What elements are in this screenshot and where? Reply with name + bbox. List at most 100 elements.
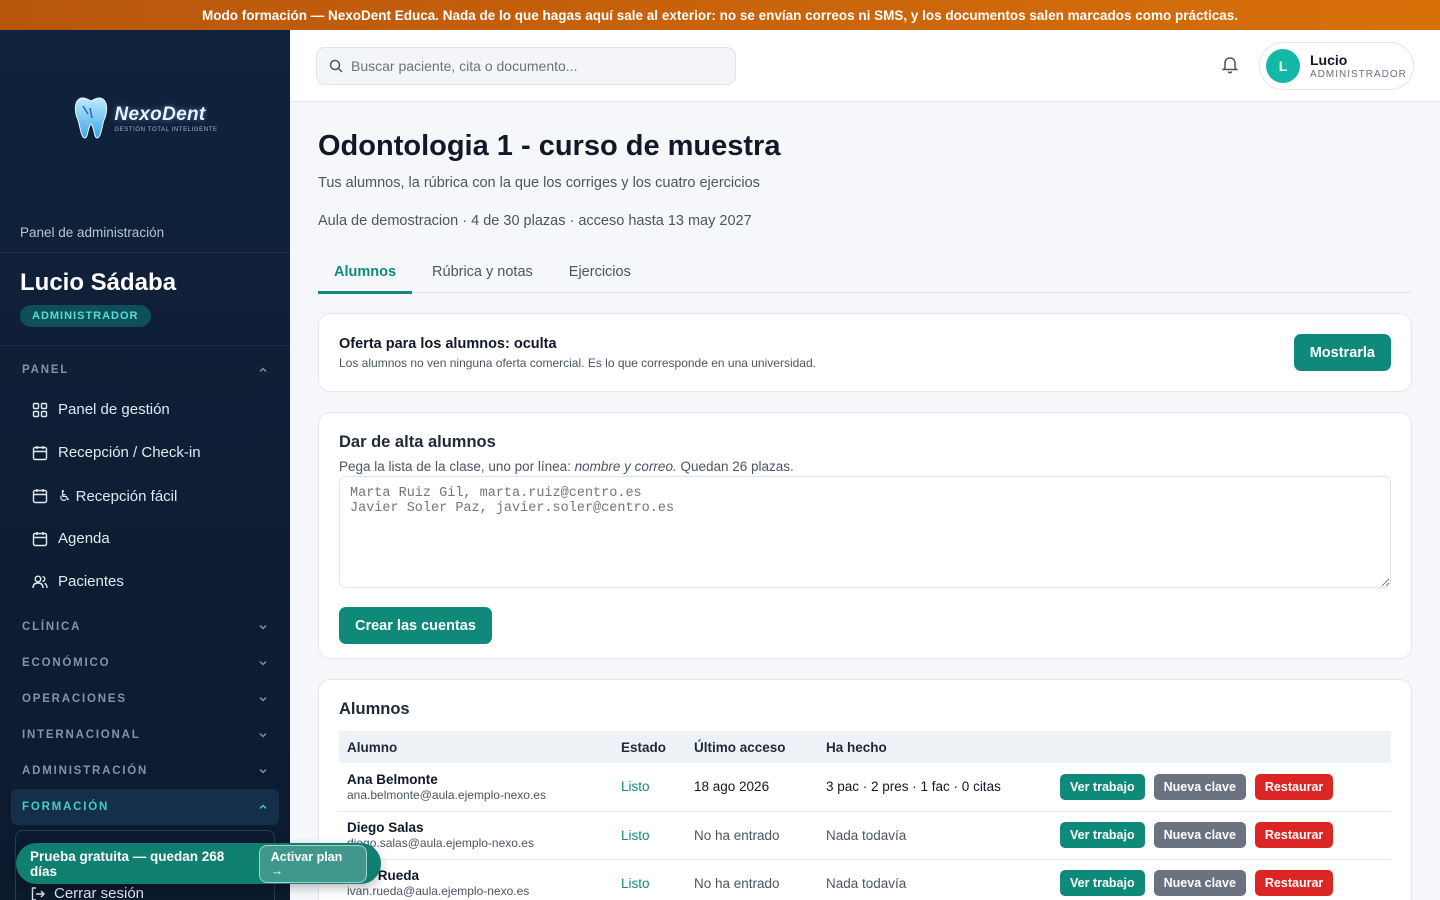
student-name: Iván Rueda	[347, 868, 420, 883]
view-work-button[interactable]: Ver trabajo	[1060, 870, 1145, 896]
view-work-button[interactable]: Ver trabajo	[1060, 773, 1145, 800]
restore-button[interactable]: Restaurar	[1254, 773, 1334, 800]
section-label: FORMACIÓN	[22, 801, 110, 813]
calendar-icon	[32, 531, 48, 546]
chevron-down-icon	[259, 697, 267, 702]
student-name: Diego Salas	[347, 820, 424, 835]
logo-name: NexoDent	[114, 103, 206, 125]
students-table: Alumno Estado Último acceso Ha hecho Ana…	[339, 731, 1391, 900]
users-icon	[32, 575, 48, 588]
logout-icon	[31, 886, 45, 900]
students-card: Alumnos Alumno Estado Último acceso Ha h…	[318, 679, 1412, 900]
logo-area: NexoDent GESTIÓN TOTAL INTELIGENTE	[0, 30, 290, 212]
tab-ejercicios[interactable]: Ejercicios	[553, 251, 647, 293]
students-title: Alumnos	[339, 700, 410, 718]
view-work-button[interactable]: Ver trabajo	[1060, 822, 1145, 848]
sidebar-item-label: Agenda	[58, 530, 110, 547]
create-accounts-button[interactable]: Crear las cuentas	[339, 607, 492, 644]
section-label: OPERACIONES	[22, 693, 127, 705]
chevron-down-icon	[259, 625, 267, 630]
chevron-down-icon	[259, 733, 267, 738]
col-estado: Estado	[621, 739, 667, 755]
sidebar-item-label: Panel de gestión	[58, 401, 170, 418]
student-status: Listo	[613, 811, 686, 860]
section-panel[interactable]: PANEL	[0, 352, 290, 388]
tooth-logo-icon	[75, 97, 108, 139]
user-menu[interactable]: L Lucio ADMINISTRADOR	[1259, 42, 1414, 90]
offer-title: Oferta para los alumnos: oculta	[339, 335, 557, 352]
chevron-down-icon	[259, 661, 267, 666]
trial-banner: Prueba gratuita — quedan 268 días Activa…	[16, 843, 381, 884]
student-last-access: No ha entrado	[686, 811, 818, 860]
col-hecho: Ha hecho	[826, 739, 887, 755]
avatar: L	[1266, 49, 1300, 83]
col-acciones	[1052, 731, 1391, 763]
page-title: Odontologia 1 - curso de muestra	[318, 130, 781, 162]
new-key-button[interactable]: Nueva clave	[1153, 822, 1246, 848]
student-email: ivan.rueda@aula.ejemplo-nexo.es	[347, 884, 530, 898]
section-label: ADMINISTRACIÓN	[22, 765, 149, 777]
section-clinica[interactable]: CLÍNICA	[0, 609, 290, 645]
enroll-hint: Pega la lista de la clase, uno por línea…	[339, 459, 794, 474]
student-list-textarea[interactable]	[339, 476, 1391, 588]
tab-rubrica[interactable]: Rúbrica y notas	[416, 251, 549, 293]
section-internacional[interactable]: INTERNACIONAL	[0, 717, 290, 753]
student-last-access: No ha entrado	[686, 859, 818, 900]
sidebar-user-name: Lucio Sádaba	[20, 269, 177, 296]
activate-plan-button[interactable]: Activar plan →	[258, 844, 367, 883]
new-key-button[interactable]: Nueva clave	[1153, 870, 1246, 896]
main-content: Odontologia 1 - curso de muestra Tus alu…	[318, 102, 1412, 900]
sidebar-item-panel-gestion[interactable]: Panel de gestión	[16, 388, 274, 431]
student-done: Nada todavía	[818, 811, 1052, 860]
enroll-card: Dar de alta alumnos Pega la lista de la …	[318, 412, 1412, 659]
student-last-access: 18 ago 2026	[686, 763, 818, 812]
grid-icon	[32, 402, 48, 417]
chevron-up-icon	[259, 804, 267, 809]
table-header: Alumno Estado Último acceso Ha hecho	[339, 731, 1391, 763]
show-offer-button[interactable]: Mostrarla	[1293, 334, 1391, 371]
training-mode-banner: Modo formación — NexoDent Educa. Nada de…	[0, 0, 1440, 30]
new-key-button[interactable]: Nueva clave	[1153, 773, 1246, 800]
sidebar-item-label: Pacientes	[58, 573, 124, 590]
tab-alumnos[interactable]: Alumnos	[318, 251, 413, 294]
search-icon	[329, 59, 343, 73]
student-name: Ana Belmonte	[347, 771, 438, 787]
student-done: 3 pac · 2 pres · 1 fac · 0 citas	[818, 763, 1052, 812]
table-row: Ana Belmonte ana.belmonte@aula.ejemplo-ne…	[339, 763, 1391, 812]
section-administracion[interactable]: ADMINISTRACIÓN	[0, 753, 290, 789]
offer-description: Los alumnos no ven ninguna oferta comerc…	[339, 355, 816, 370]
sidebar-item-pacientes[interactable]: Pacientes	[16, 560, 274, 603]
section-formacion[interactable]: FORMACIÓN	[11, 789, 279, 825]
section-economico[interactable]: ECONÓMICO	[0, 645, 290, 681]
sidebar-item-recepcion-facil[interactable]: ♿ Recepción fácil	[16, 474, 274, 517]
sidebar-item-label: ♿ Recepción fácil	[58, 487, 178, 505]
section-operaciones[interactable]: OPERACIONES	[0, 681, 290, 717]
student-email: diego.salas@aula.ejemplo-nexo.es	[347, 836, 534, 850]
sidebar-item-recepcion[interactable]: Recepción / Check-in	[16, 431, 274, 474]
search-input[interactable]	[351, 58, 711, 74]
student-email: ana.belmonte@aula.ejemplo-nexo.es	[347, 787, 546, 802]
bell-icon[interactable]	[1220, 54, 1240, 74]
restore-button[interactable]: Restaurar	[1254, 822, 1334, 848]
logout-button[interactable]: Cerrar sesión	[30, 885, 144, 900]
topbar: L Lucio ADMINISTRADOR	[290, 30, 1440, 102]
logo-tagline: GESTIÓN TOTAL INTELIGENTE	[114, 126, 218, 133]
table-row: Iván Rueda ivan.rueda@aula.ejemplo-nexo.e…	[339, 859, 1391, 900]
restore-button[interactable]: Restaurar	[1254, 870, 1334, 896]
chevron-down-icon	[259, 769, 267, 774]
trial-text: Prueba gratuita — quedan 268 días	[30, 848, 225, 879]
user-menu-name: Lucio	[1310, 52, 1348, 68]
chevron-up-icon	[259, 367, 267, 372]
col-alumno: Alumno	[347, 739, 398, 755]
role-badge: ADMINISTRADOR	[20, 305, 151, 327]
section-label: CLÍNICA	[22, 621, 82, 633]
section-label: ECONÓMICO	[22, 657, 111, 669]
section-panel-label: PANEL	[22, 364, 70, 376]
sidebar-item-agenda[interactable]: Agenda	[16, 517, 274, 560]
enroll-title: Dar de alta alumnos	[339, 433, 496, 451]
section-label: INTERNACIONAL	[22, 729, 141, 741]
calendar-icon	[32, 488, 48, 503]
course-meta: Aula de demostracion · 4 de 30 plazas · …	[318, 213, 752, 229]
logo[interactable]: NexoDent GESTIÓN TOTAL INTELIGENTE	[72, 94, 217, 142]
student-status: Listo	[613, 763, 686, 812]
